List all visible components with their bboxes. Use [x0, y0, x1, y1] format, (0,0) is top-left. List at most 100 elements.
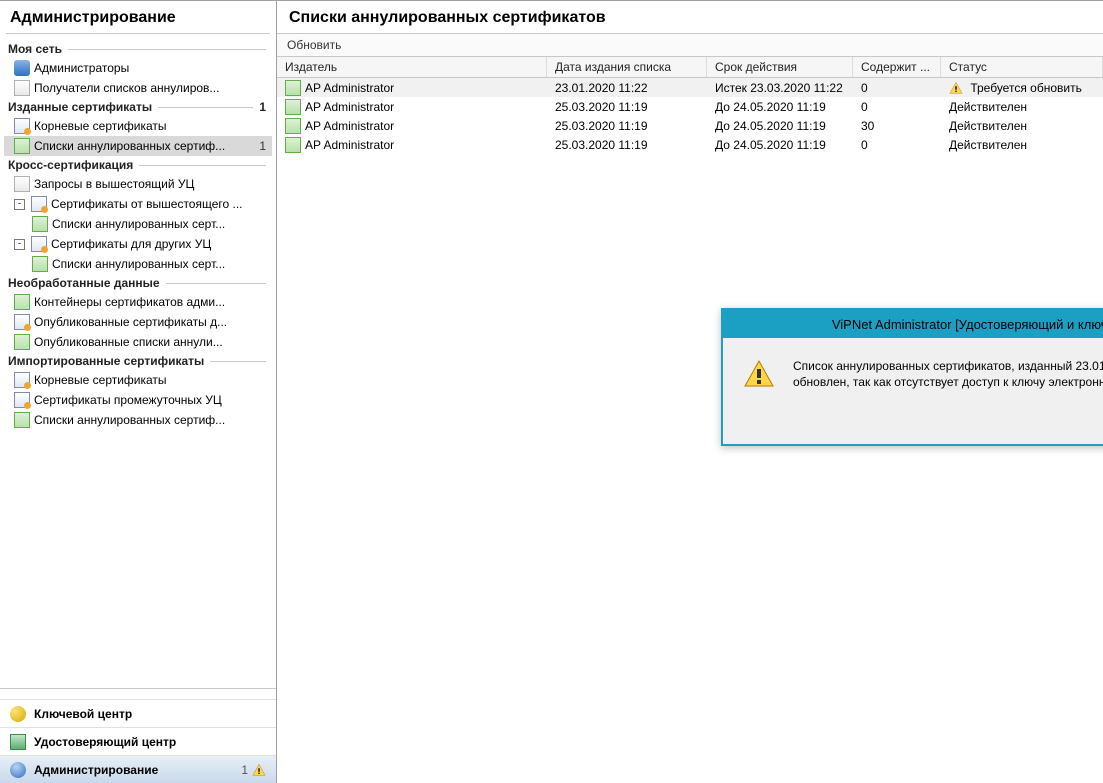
tree-item[interactable]: Опубликованные списки аннули...: [4, 332, 272, 352]
th-date[interactable]: Дата издания списка: [547, 57, 707, 77]
tree-item[interactable]: Списки аннулированных сертиф...1: [4, 136, 272, 156]
tree-item[interactable]: Контейнеры сертификатов адми...: [4, 292, 272, 312]
nav-item[interactable]: Администрирование1: [0, 755, 276, 783]
tree-item-label: Администраторы: [34, 61, 129, 75]
crl-icon: [285, 80, 301, 96]
cell-contains: 0: [853, 99, 941, 115]
doc-icon: [14, 176, 30, 192]
refresh-link[interactable]: Обновить: [287, 38, 341, 52]
tree-item[interactable]: Корневые сертификаты: [4, 116, 272, 136]
cell-status: Действителен: [941, 118, 1103, 134]
crl-icon: [32, 256, 48, 272]
dialog-message: Список аннулированных сертификатов, изда…: [793, 358, 1103, 390]
tree-item-label: Получатели списков аннулиров...: [34, 81, 219, 95]
item-count: 1: [259, 139, 266, 153]
key-icon: [10, 706, 26, 722]
cert-icon: [14, 372, 30, 388]
tree-item[interactable]: Списки аннулированных сертиф...: [4, 410, 272, 430]
tree-item[interactable]: Запросы в вышестоящий УЦ: [4, 174, 272, 194]
th-publisher[interactable]: Издатель: [277, 57, 547, 77]
tree-item[interactable]: Сертификаты промежуточных УЦ: [4, 390, 272, 410]
cell-status: Действителен: [941, 99, 1103, 115]
cert-icon: [31, 236, 47, 252]
crl-icon: [285, 99, 301, 115]
table-row[interactable]: AP Administrator25.03.2020 11:19До 24.05…: [277, 97, 1103, 116]
group-header: Импортированные сертификаты: [4, 352, 272, 370]
table-body: AP Administrator23.01.2020 11:22Истек 23…: [277, 78, 1103, 154]
sidebar-title: Администрирование: [0, 1, 276, 33]
crl-icon: [14, 334, 30, 350]
tree-item[interactable]: - Сертификаты для других УЦ: [4, 234, 272, 254]
tree-item-label: Сертификаты для других УЦ: [51, 237, 211, 251]
user-icon: [14, 60, 30, 76]
cell-validity: До 24.05.2020 11:19: [707, 118, 853, 134]
nav-label: Ключевой центр: [34, 707, 132, 721]
tree-item-label: Списки аннулированных сертиф...: [34, 413, 225, 427]
th-contains[interactable]: Содержит ...: [853, 57, 941, 77]
cell-date: 25.03.2020 11:19: [547, 118, 707, 134]
stamp-icon: [10, 734, 26, 750]
sidebar: Администрирование Моя сеть Администраторы…: [0, 1, 277, 783]
group-label: Импортированные сертификаты: [8, 354, 204, 368]
tree-item[interactable]: Корневые сертификаты: [4, 370, 272, 390]
th-validity[interactable]: Срок действия: [707, 57, 853, 77]
cell-publisher: AP Administrator: [277, 136, 547, 154]
crl-table: Издатель Дата издания списка Срок действ…: [277, 57, 1103, 154]
cell-status: Действителен: [941, 137, 1103, 153]
toolbar: Обновить: [277, 33, 1103, 57]
th-status[interactable]: Статус: [941, 57, 1103, 77]
group-label: Кросс-сертификация: [8, 158, 133, 172]
cell-contains: 0: [853, 137, 941, 153]
nav-label: Удостоверяющий центр: [34, 735, 176, 749]
main-panel: Списки аннулированных сертификатов Обнов…: [277, 1, 1103, 783]
tree-item-label: Списки аннулированных серт...: [52, 257, 225, 271]
group-label: Необработанные данные: [8, 276, 160, 290]
cell-publisher: AP Administrator: [277, 117, 547, 135]
cert-icon: [14, 118, 30, 134]
crl-icon: [285, 118, 301, 134]
tree-item[interactable]: Получатели списков аннулиров...: [4, 78, 272, 98]
nav-badge: 1: [241, 763, 266, 777]
dialog-title-bar[interactable]: ViPNet Administrator [Удостоверяющий и к…: [723, 310, 1103, 338]
tree-item-label: Сертификаты от вышестоящего ...: [51, 197, 243, 211]
tree-item-label: Списки аннулированных серт...: [52, 217, 225, 231]
admin-icon: [10, 762, 26, 778]
app-root: Администрирование Моя сеть Администраторы…: [0, 0, 1103, 783]
cell-date: 25.03.2020 11:19: [547, 137, 707, 153]
tree-item-label: Сертификаты промежуточных УЦ: [34, 393, 222, 407]
group-header: Изданные сертификаты1: [4, 98, 272, 116]
dialog-title: ViPNet Administrator [Удостоверяющий и к…: [832, 317, 1103, 332]
dialog: ViPNet Administrator [Удостоверяющий и к…: [721, 308, 1103, 446]
crl-icon: [14, 138, 30, 154]
nav-item[interactable]: Удостоверяющий центр: [0, 727, 276, 755]
expander-icon[interactable]: -: [14, 199, 25, 210]
tree-item-label: Опубликованные сертификаты д...: [34, 315, 227, 329]
group-header: Кросс-сертификация: [4, 156, 272, 174]
group-label: Моя сеть: [8, 42, 62, 56]
table-header-row: Издатель Дата издания списка Срок действ…: [277, 57, 1103, 78]
cell-contains: 0: [853, 80, 941, 96]
cell-date: 23.01.2020 11:22: [547, 80, 707, 96]
group-header: Необработанные данные: [4, 274, 272, 292]
expander-icon[interactable]: -: [14, 239, 25, 250]
tree-item-label: Запросы в вышестоящий УЦ: [34, 177, 194, 191]
group-header: Моя сеть: [4, 40, 272, 58]
crl-icon: [14, 294, 30, 310]
table-row[interactable]: AP Administrator25.03.2020 11:19До 24.05…: [277, 116, 1103, 135]
table-row[interactable]: AP Administrator25.03.2020 11:19До 24.05…: [277, 135, 1103, 154]
group-count: 1: [259, 100, 266, 114]
tree-item[interactable]: Администраторы: [4, 58, 272, 78]
nav-item[interactable]: Ключевой центр: [0, 699, 276, 727]
warning-icon: [743, 358, 775, 390]
table-row[interactable]: AP Administrator23.01.2020 11:22Истек 23…: [277, 78, 1103, 97]
tree-item[interactable]: Опубликованные сертификаты д...: [4, 312, 272, 332]
dialog-body: Список аннулированных сертификатов, изда…: [723, 338, 1103, 400]
cell-validity: До 24.05.2020 11:19: [707, 137, 853, 153]
tree-item[interactable]: - Сертификаты от вышестоящего ...: [4, 194, 272, 214]
cell-publisher: AP Administrator: [277, 79, 547, 97]
tree-item[interactable]: Списки аннулированных серт...: [4, 254, 272, 274]
cell-validity: До 24.05.2020 11:19: [707, 99, 853, 115]
tree: Моя сеть Администраторы Получатели списков…: [0, 38, 276, 688]
tree-item[interactable]: Списки аннулированных серт...: [4, 214, 272, 234]
crl-icon: [14, 412, 30, 428]
